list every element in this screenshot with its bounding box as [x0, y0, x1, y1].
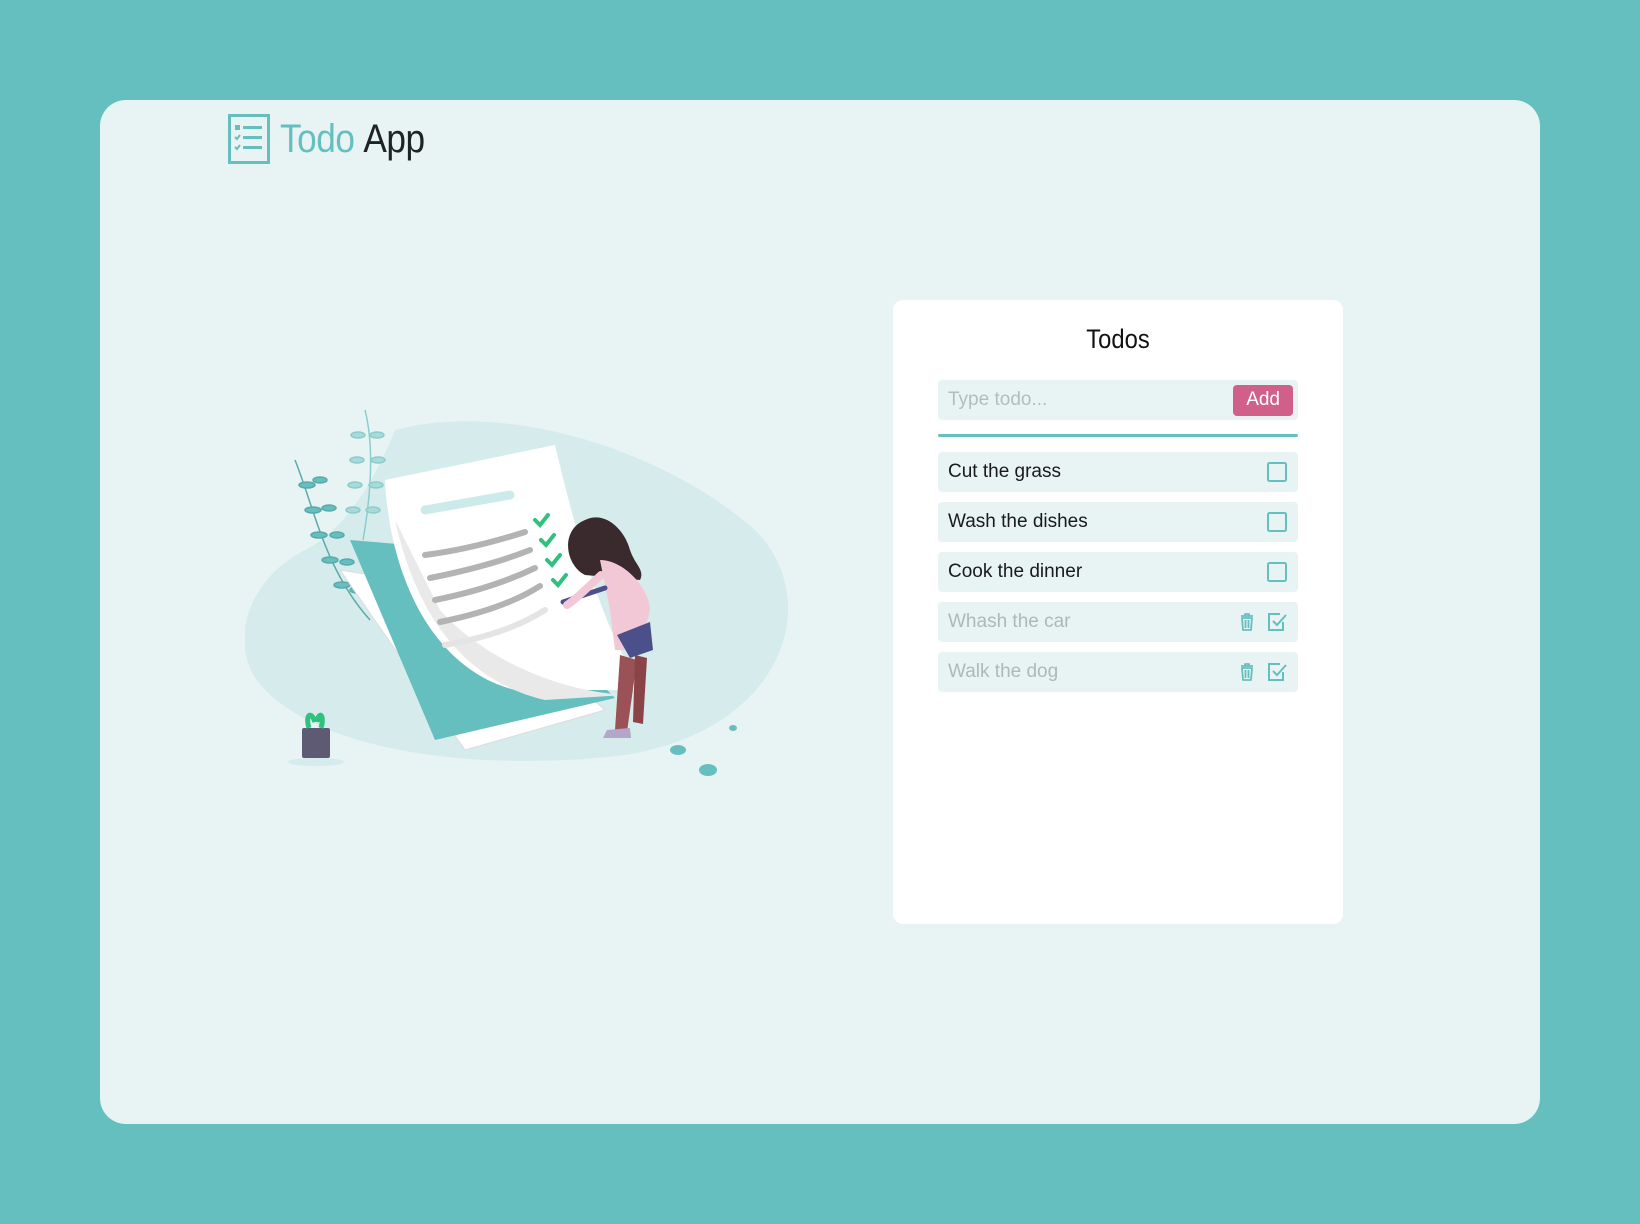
trash-icon[interactable]: [1236, 661, 1258, 683]
add-button[interactable]: Add: [1233, 384, 1293, 416]
checkbox-checked-icon[interactable]: [1266, 611, 1288, 633]
todos-panel: Todos Add Cut the grass Wash the dishes: [893, 300, 1343, 924]
brand-logo: Todo App: [228, 114, 444, 164]
todo-item: Cut the grass: [938, 452, 1298, 492]
todo-text: Cut the grass: [948, 461, 1061, 482]
brand-word-todo: Todo: [280, 116, 355, 161]
todo-item: Wash the dishes: [938, 502, 1298, 542]
todos-title: Todos: [1086, 324, 1150, 354]
checkbox-icon[interactable]: [1266, 561, 1288, 583]
todo-text: Whash the car: [948, 611, 1071, 632]
checkbox-checked-icon[interactable]: [1266, 661, 1288, 683]
todo-text: Walk the dog: [948, 661, 1059, 682]
todo-item-done: Walk the dog: [938, 652, 1298, 692]
app-card: Todo App Todos Type todo... Add Cut the …: [100, 100, 1540, 1124]
todo-text: Cook the dinner: [948, 561, 1083, 582]
checklist-icon: [228, 114, 270, 164]
todo-list: Cut the grass Wash the dishes Cook the d…: [938, 452, 1298, 702]
brand-word-app: App: [363, 116, 425, 161]
todo-item: Cook the dinner: [938, 552, 1298, 592]
todo-text: Wash the dishes: [948, 511, 1088, 532]
todo-illustration: [245, 410, 789, 776]
todo-item-done: Whash the car: [938, 602, 1298, 642]
checkbox-icon[interactable]: [1266, 461, 1288, 483]
trash-icon[interactable]: [1236, 611, 1258, 633]
add-todo-row: Add: [938, 380, 1298, 420]
divider: [938, 434, 1298, 437]
checkbox-icon[interactable]: [1266, 511, 1288, 533]
todo-input[interactable]: [948, 389, 1208, 411]
